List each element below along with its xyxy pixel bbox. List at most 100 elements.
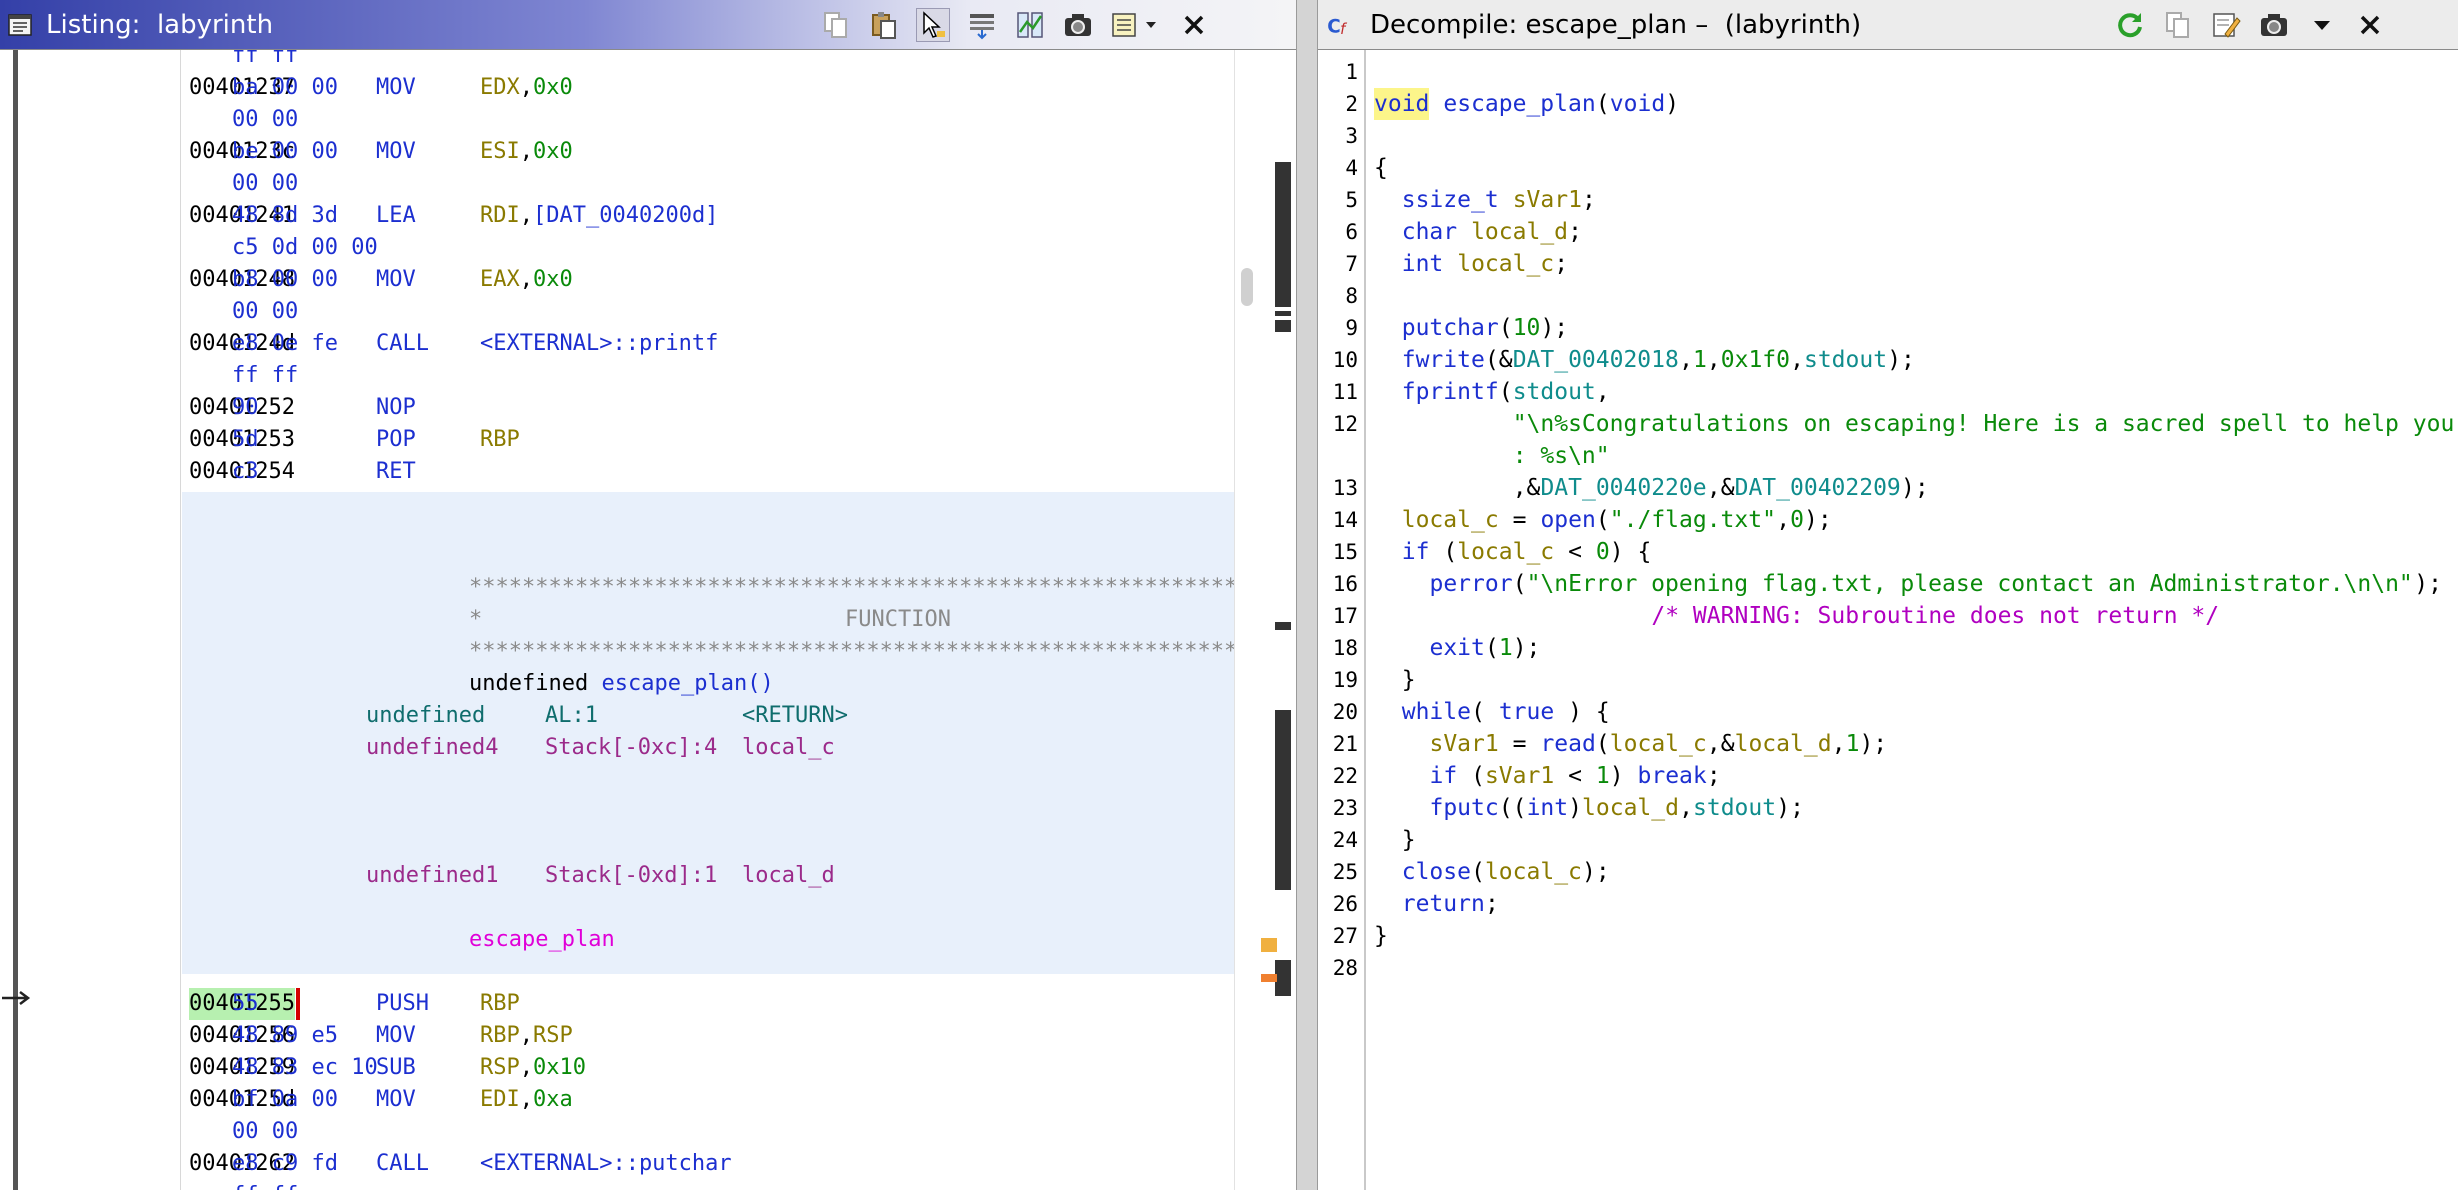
code-token[interactable]: escape_plan bbox=[1443, 88, 1595, 120]
code-token[interactable]: 1 bbox=[1693, 344, 1707, 376]
code-token[interactable]: stdout bbox=[1804, 344, 1887, 376]
code-token[interactable]: ) { bbox=[1610, 536, 1652, 568]
instruction-bytes[interactable]: ff ff bbox=[232, 50, 298, 72]
function-banner-label[interactable]: FUNCTION bbox=[845, 604, 951, 636]
code-token[interactable]: , bbox=[1832, 728, 1846, 760]
listing-row[interactable]: 00 00 bbox=[182, 104, 1234, 136]
function-variable[interactable]: undefined1 Stack[-0xd]:1 local_d bbox=[182, 860, 1234, 892]
decompile-code[interactable]: void escape_plan(void){ ssize_t sVar1; c… bbox=[1366, 50, 2458, 1190]
instruction-bytes[interactable]: b8 00 00 bbox=[232, 264, 338, 296]
code-token[interactable] bbox=[1374, 344, 1402, 376]
diff-icon[interactable] bbox=[1014, 9, 1046, 41]
function-label[interactable]: escape_plan bbox=[182, 924, 1234, 956]
code-token[interactable]: ( bbox=[1485, 632, 1499, 664]
code-token[interactable]: ); bbox=[1776, 792, 1804, 824]
instruction-bytes[interactable]: c5 0d 00 00 bbox=[232, 232, 378, 264]
code-token[interactable]: ; bbox=[1707, 760, 1721, 792]
code-token[interactable]: local_c bbox=[1457, 536, 1554, 568]
listing-row[interactable]: 00401253 5d POP RBP bbox=[182, 424, 1234, 456]
code-token[interactable]: ); bbox=[1513, 632, 1541, 664]
copy-icon[interactable] bbox=[2162, 9, 2194, 41]
code-token[interactable]: /* WARNING: Subroutine does not return *… bbox=[1651, 600, 2219, 632]
operand-separator[interactable]: , bbox=[520, 72, 533, 104]
code-token[interactable] bbox=[1374, 408, 1512, 440]
listing-row[interactable]: c5 0d 00 00 bbox=[182, 232, 1234, 264]
code-token[interactable] bbox=[1443, 248, 1457, 280]
instruction-bytes[interactable]: 00 00 bbox=[232, 104, 298, 136]
code-token[interactable]: < bbox=[1554, 760, 1596, 792]
code-token[interactable]: local_c bbox=[1457, 248, 1554, 280]
code-token[interactable] bbox=[1374, 888, 1402, 920]
listing-row[interactable]: 00401255 55 PUSH RBP bbox=[182, 988, 1234, 1020]
variable-storage[interactable]: Stack[-0xc]:4 bbox=[545, 732, 717, 764]
code-token[interactable] bbox=[1457, 216, 1471, 248]
code-token[interactable] bbox=[1374, 472, 1512, 504]
layout-dropdown-icon[interactable] bbox=[1110, 9, 1162, 41]
instruction-mnemonic[interactable]: CALL bbox=[376, 1148, 429, 1180]
code-token[interactable]: ; bbox=[1582, 184, 1596, 216]
code-token[interactable]: ); bbox=[1901, 472, 1929, 504]
code-token[interactable]: = bbox=[1499, 728, 1541, 760]
instruction-bytes[interactable]: 90 bbox=[232, 392, 259, 424]
code-token[interactable] bbox=[1374, 632, 1429, 664]
code-token[interactable]: 0 bbox=[1596, 536, 1610, 568]
code-token[interactable]: ,& bbox=[1707, 472, 1735, 504]
variable-name[interactable]: local_d bbox=[742, 860, 835, 892]
code-token[interactable] bbox=[1374, 536, 1402, 568]
code-token[interactable] bbox=[1374, 248, 1402, 280]
instruction-bytes[interactable]: ff ff bbox=[232, 1180, 298, 1190]
code-token[interactable]: ( bbox=[1596, 504, 1610, 536]
code-token[interactable]: ; bbox=[1485, 888, 1499, 920]
code-token[interactable]: local_d bbox=[1471, 216, 1568, 248]
instruction-bytes[interactable]: 48 83 ec 10 bbox=[232, 1052, 378, 1084]
listing-row[interactable]: 00401254 c3 RET bbox=[182, 456, 1234, 488]
code-token[interactable] bbox=[1374, 792, 1429, 824]
code-token[interactable] bbox=[1374, 728, 1429, 760]
code-token[interactable]: stdout bbox=[1513, 376, 1596, 408]
instruction-bytes[interactable]: be 00 00 bbox=[232, 136, 338, 168]
snapshot-icon[interactable] bbox=[1062, 9, 1094, 41]
code-token[interactable]: int bbox=[1402, 248, 1444, 280]
code-token[interactable]: char bbox=[1402, 216, 1457, 248]
code-token[interactable]: close bbox=[1402, 856, 1471, 888]
operand[interactable]: ESI bbox=[480, 136, 520, 168]
listing-row[interactable]: 00401262 e8 c9 fd CALL <EXTERNAL>::putchar bbox=[182, 1148, 1234, 1180]
listing-row[interactable]: 00401237 ba 00 00 MOV EDX, 0x0 bbox=[182, 72, 1234, 104]
code-token[interactable]: , bbox=[1707, 344, 1721, 376]
code-token[interactable]: ( bbox=[1513, 568, 1527, 600]
code-token[interactable]: ); bbox=[1804, 504, 1832, 536]
function-banner-star[interactable]: * bbox=[469, 604, 482, 636]
operand[interactable]: <EXTERNAL>::printf bbox=[480, 328, 718, 360]
operand-separator[interactable]: , bbox=[520, 1052, 533, 1084]
function-header-stars[interactable]: ****************************************… bbox=[182, 636, 1234, 668]
instruction-bytes[interactable]: 00 00 bbox=[232, 1116, 298, 1148]
operand[interactable]: EDI bbox=[480, 1084, 520, 1116]
listing-row[interactable]: ff ff bbox=[182, 1180, 1234, 1190]
code-token[interactable]: local_d bbox=[1582, 792, 1679, 824]
code-token[interactable]: (& bbox=[1485, 344, 1513, 376]
code-token[interactable]: if bbox=[1429, 760, 1457, 792]
dropdown-icon[interactable] bbox=[2306, 9, 2338, 41]
listing-row[interactable]: 00401256 48 89 e5 MOV RBP, RSP bbox=[182, 1020, 1234, 1052]
operand[interactable]: 0x0 bbox=[533, 136, 573, 168]
code-token[interactable]: break bbox=[1638, 760, 1707, 792]
code-token[interactable] bbox=[1499, 184, 1513, 216]
code-token[interactable]: 10 bbox=[1513, 312, 1541, 344]
split-divider[interactable] bbox=[1296, 0, 1318, 1190]
listing-row[interactable]: 00 00 bbox=[182, 1116, 1234, 1148]
function-label-text[interactable]: escape_plan bbox=[469, 924, 615, 956]
refresh-icon[interactable] bbox=[2114, 9, 2146, 41]
instruction-mnemonic[interactable]: CALL bbox=[376, 328, 429, 360]
code-token[interactable]: = bbox=[1499, 504, 1541, 536]
code-token[interactable] bbox=[1374, 216, 1402, 248]
operand[interactable]: 0x0 bbox=[533, 264, 573, 296]
instruction-mnemonic[interactable]: MOV bbox=[376, 1084, 416, 1116]
code-token[interactable]: local_c bbox=[1402, 504, 1499, 536]
instruction-bytes[interactable]: 55 bbox=[232, 988, 259, 1020]
function-signature[interactable]: undefined escape_plan() bbox=[182, 668, 1234, 700]
code-token[interactable]: sVar1 bbox=[1485, 760, 1554, 792]
operand[interactable]: RBP bbox=[480, 1020, 520, 1052]
listing-row[interactable]: ff ff bbox=[182, 50, 1234, 72]
function-variable[interactable]: undefined4 Stack[-0xc]:4 local_c bbox=[182, 732, 1234, 764]
code-token[interactable] bbox=[1374, 184, 1402, 216]
